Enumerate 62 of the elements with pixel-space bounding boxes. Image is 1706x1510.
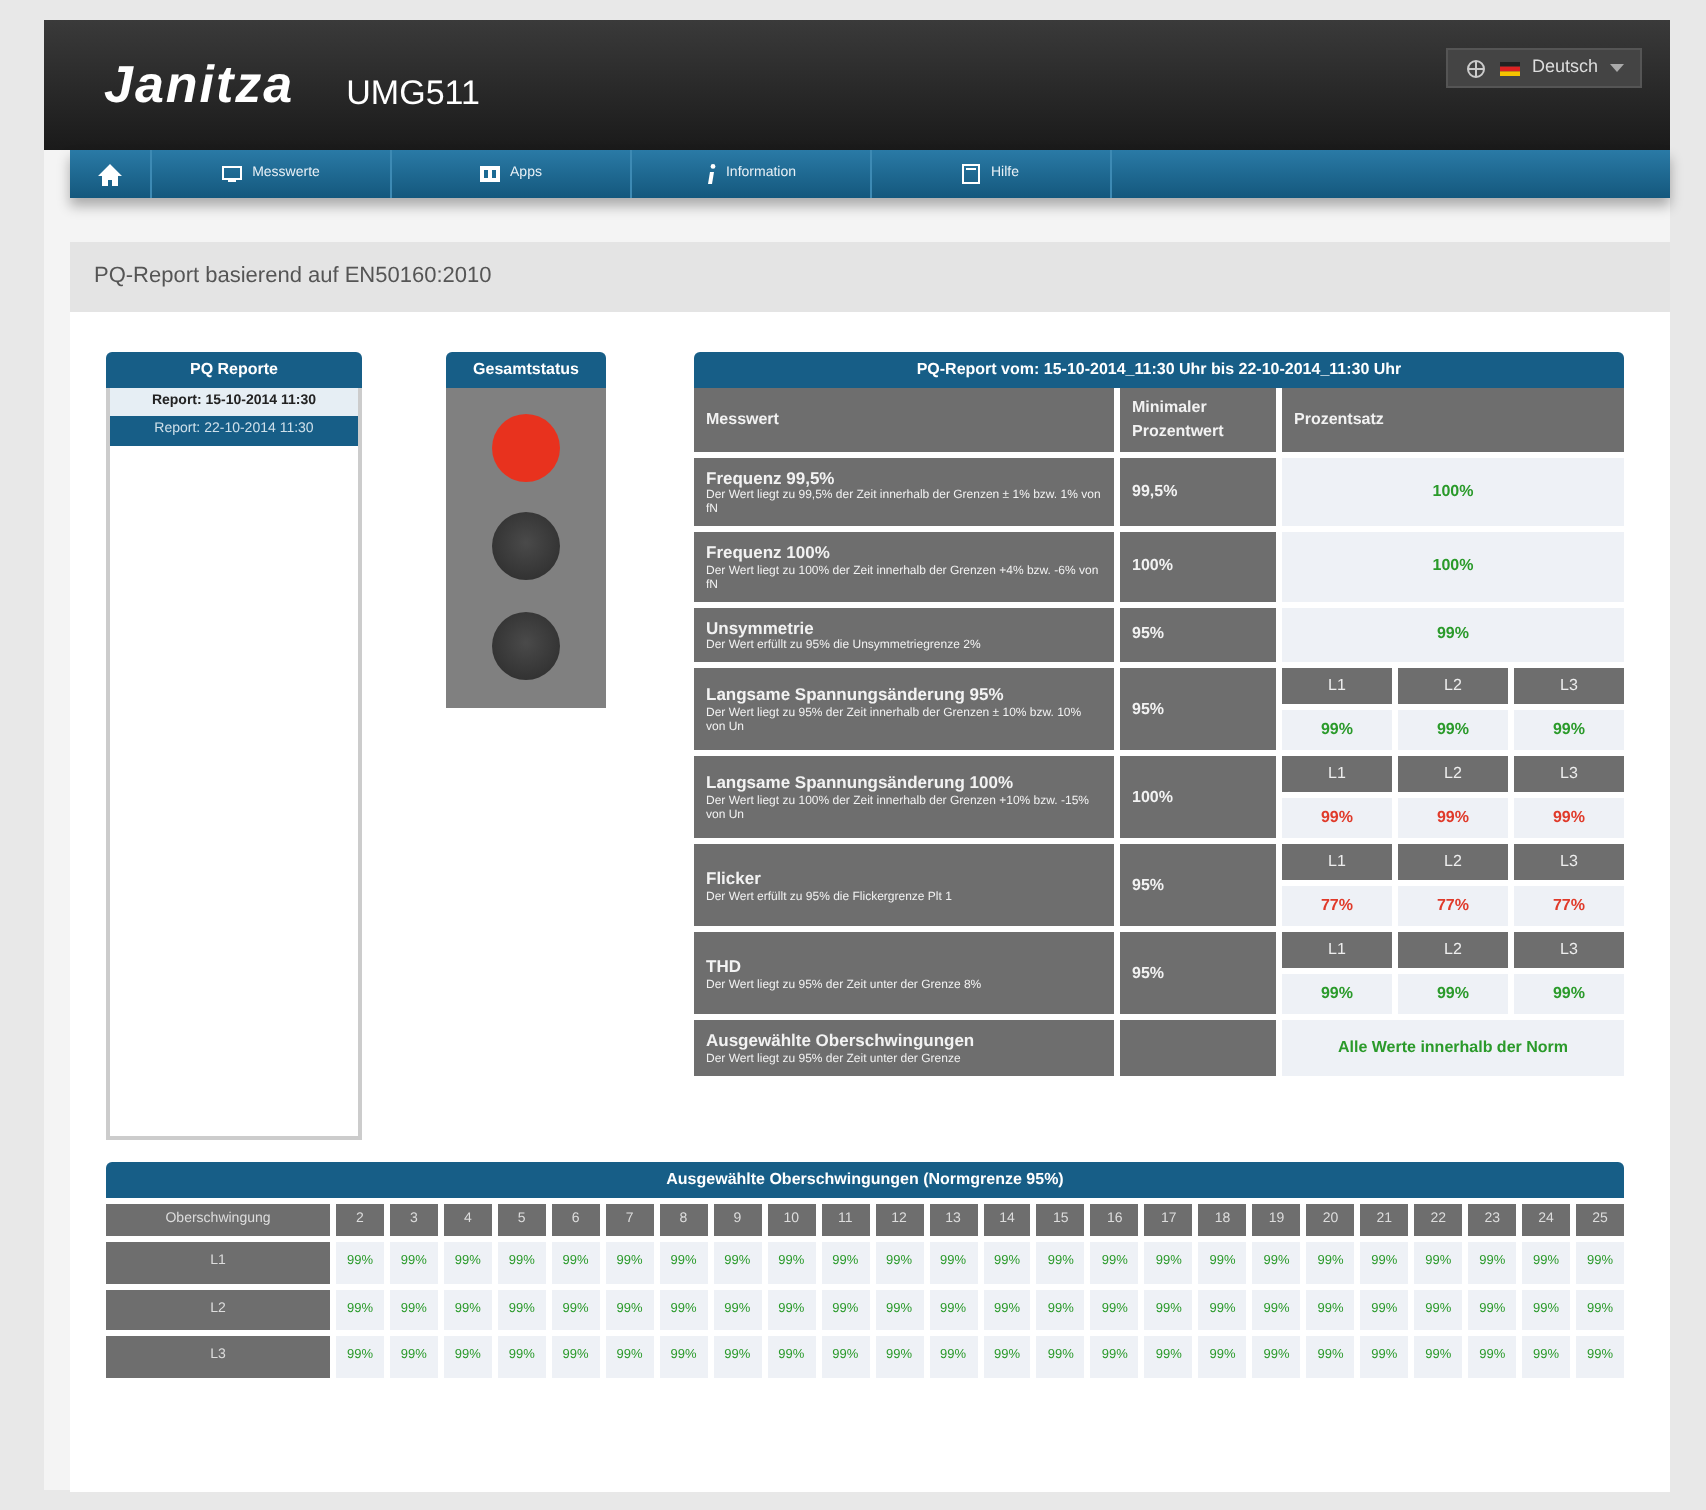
phase-header: L1 <box>1282 932 1392 969</box>
result-value: 77% <box>1514 886 1624 927</box>
model-name: UMG511 <box>346 71 480 116</box>
language-dropdown[interactable]: Deutsch <box>1445 48 1642 88</box>
panel-header: PQ Reporte <box>106 351 362 387</box>
logo: Janitza <box>104 52 295 118</box>
column-header: Minimaler Prozentwert <box>1120 387 1276 451</box>
home-icon <box>98 163 122 185</box>
result-value: 99% <box>1282 974 1392 1015</box>
table-cell: 99,5% <box>1120 457 1276 527</box>
row-title: Frequenz 100% <box>706 540 832 565</box>
phase-header: L3 <box>1514 668 1624 705</box>
phase-header: L2 <box>1398 932 1508 969</box>
row-title: Ausgewählte Oberschwingungen <box>706 1028 977 1053</box>
phase-header: L1 <box>1282 756 1392 793</box>
caret-icon <box>1610 64 1624 72</box>
row-title: THD <box>706 953 743 979</box>
panel-header: Ausgewählte Oberschwingungen (Normgrenze 95%) <box>106 1161 1624 1197</box>
result-value: Alle Werte innerhalb der Norm <box>1338 1036 1568 1061</box>
result-value: 99% <box>1514 974 1624 1015</box>
phase-header: L1 <box>1282 844 1392 881</box>
result-value: 99% <box>1436 622 1469 647</box>
result-value: 99% <box>1398 974 1508 1015</box>
phase-header: L2 <box>1398 668 1508 705</box>
panel-header: PQ-Report vom: 15-10-2014_11:30 Uhr bis 22-10-2014_11:30 Uhr <box>694 351 1624 387</box>
monitor-icon <box>222 166 243 182</box>
result-value: 100% <box>1432 554 1474 579</box>
result-value: 99% <box>1514 710 1624 751</box>
column-header: Messwert <box>694 387 1114 451</box>
phase-header: L3 <box>1514 932 1624 969</box>
result-value: 77% <box>1398 886 1508 927</box>
row-title: Frequenz 99,5% <box>706 465 837 489</box>
info-icon <box>705 164 716 184</box>
phase-header: L3 <box>1514 844 1624 881</box>
table-cell: 100% <box>1120 756 1276 839</box>
result-value: 100% <box>1432 479 1474 504</box>
row-title: Langsame Spannungsänderung 100% <box>706 770 1016 795</box>
row-title: Langsame Spannungsänderung 95% <box>706 682 1006 707</box>
book-icon <box>962 164 981 184</box>
flag-icon <box>1499 61 1520 75</box>
result-value: 99% <box>1282 798 1392 839</box>
phase-header: L1 <box>1282 668 1392 705</box>
table-cell: 95% <box>1120 932 1276 1015</box>
phase-header: L3 <box>1514 756 1624 793</box>
phase-header: L2 <box>1398 756 1508 793</box>
section-title: PQ-Report basierend auf EN50160:2010 <box>70 242 1670 311</box>
grid-icon <box>480 166 501 182</box>
result-value: 99% <box>1282 710 1392 751</box>
result-value: 99% <box>1514 798 1624 839</box>
row-title: Unsymmetrie <box>706 615 816 639</box>
table-cell: 100% <box>1120 532 1276 602</box>
table-cell: 95% <box>1120 607 1276 663</box>
globe-icon <box>1463 59 1488 77</box>
row-title: Flicker <box>706 865 763 891</box>
phase-header: L2 <box>1398 844 1508 881</box>
table-cell: 95% <box>1120 844 1276 927</box>
table-cell: 95% <box>1120 668 1276 751</box>
result-value: 77% <box>1282 886 1392 927</box>
panel-header: Gesamtstatus <box>446 351 606 387</box>
column-header: Prozentsatz <box>1282 387 1624 451</box>
result-value: 99% <box>1398 710 1508 751</box>
result-value: 99% <box>1398 798 1508 839</box>
